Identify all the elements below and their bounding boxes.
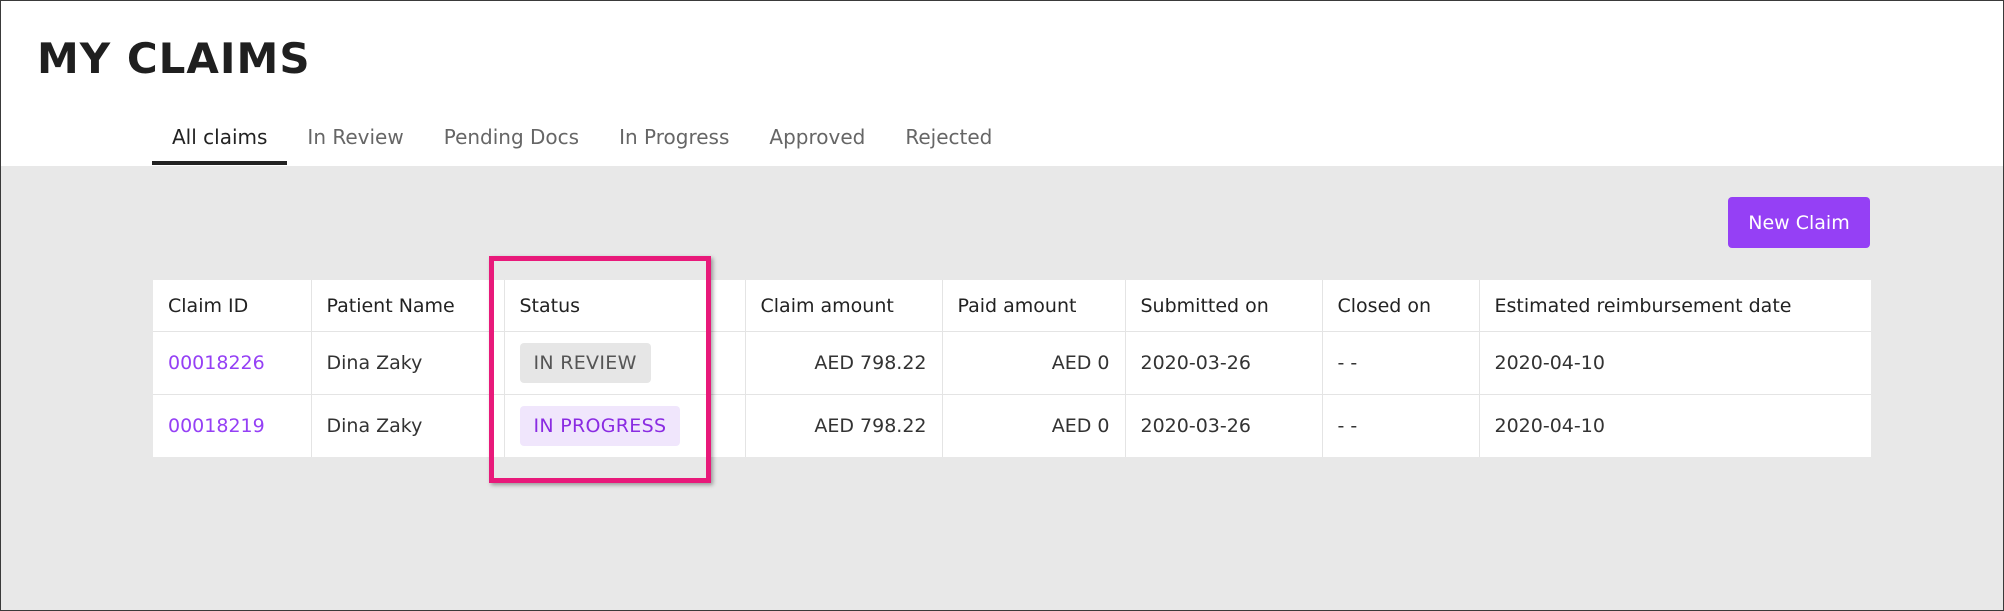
closed-on-cell: - - <box>1322 331 1480 395</box>
claim-amount-cell: AED 798.22 <box>745 331 943 395</box>
patient-name-cell: Dina Zaky <box>311 394 505 457</box>
claims-table: Claim ID Patient Name Status Claim amoun… <box>153 280 1871 457</box>
column-header-claim-id: Claim ID <box>153 280 312 332</box>
estimated-reimbursement-cell: 2020-04-10 <box>1494 415 1605 437</box>
status-cell: IN PROGRESS <box>504 394 746 457</box>
app-frame: MY CLAIMS All claims In Review Pending D… <box>0 0 2004 611</box>
tab-in-review[interactable]: In Review <box>287 113 423 165</box>
paid-amount-cell: AED 0 <box>942 394 1126 457</box>
tab-pending-docs[interactable]: Pending Docs <box>424 113 599 165</box>
new-claim-button[interactable]: New Claim <box>1728 197 1870 248</box>
status-badge: IN REVIEW <box>519 343 651 383</box>
column-header-claim-amount: Claim amount <box>745 280 943 332</box>
column-header-patient-name: Patient Name <box>311 280 505 332</box>
table-row: 00018226 Dina Zaky IN REVIEW AED 798.22 … <box>153 331 1871 395</box>
claims-tabs: All claims In Review Pending Docs In Pro… <box>152 113 1012 165</box>
paid-amount-cell: AED 0 <box>942 331 1126 395</box>
table-header-row: Claim ID Patient Name Status Claim amoun… <box>153 280 1871 332</box>
patient-name-cell: Dina Zaky <box>311 331 505 395</box>
page-title: MY CLAIMS <box>37 34 311 83</box>
column-header-submitted-on: Submitted on <box>1125 280 1323 332</box>
claim-id-cell: 00018219 <box>153 394 312 457</box>
claim-amount-cell: AED 798.22 <box>745 394 943 457</box>
column-header-estimated-reimbursement: Estimated reimbursement date <box>1479 280 1871 332</box>
claim-id-link[interactable]: 00018226 <box>168 352 265 374</box>
tab-approved[interactable]: Approved <box>749 113 885 165</box>
closed-on-cell: - - <box>1322 394 1480 457</box>
table-row: 00018219 Dina Zaky IN PROGRESS AED 798.2… <box>153 394 1871 457</box>
status-cell: IN REVIEW <box>504 331 746 395</box>
submitted-on-cell: 2020-03-26 <box>1125 394 1323 457</box>
tab-in-progress[interactable]: In Progress <box>599 113 749 165</box>
tab-rejected[interactable]: Rejected <box>885 113 1012 165</box>
estimated-reimbursement-cell: 2020-04-10 <box>1479 331 1871 395</box>
tab-all-claims[interactable]: All claims <box>152 113 288 165</box>
status-badge: IN PROGRESS <box>519 406 681 446</box>
claim-id-cell: 00018226 <box>153 331 312 395</box>
claim-id-link[interactable]: 00018219 <box>168 415 265 437</box>
column-header-status: Status <box>504 280 746 332</box>
column-header-paid-amount: Paid amount <box>942 280 1126 332</box>
column-header-closed-on: Closed on <box>1322 280 1480 332</box>
submitted-on-cell: 2020-03-26 <box>1125 331 1323 395</box>
